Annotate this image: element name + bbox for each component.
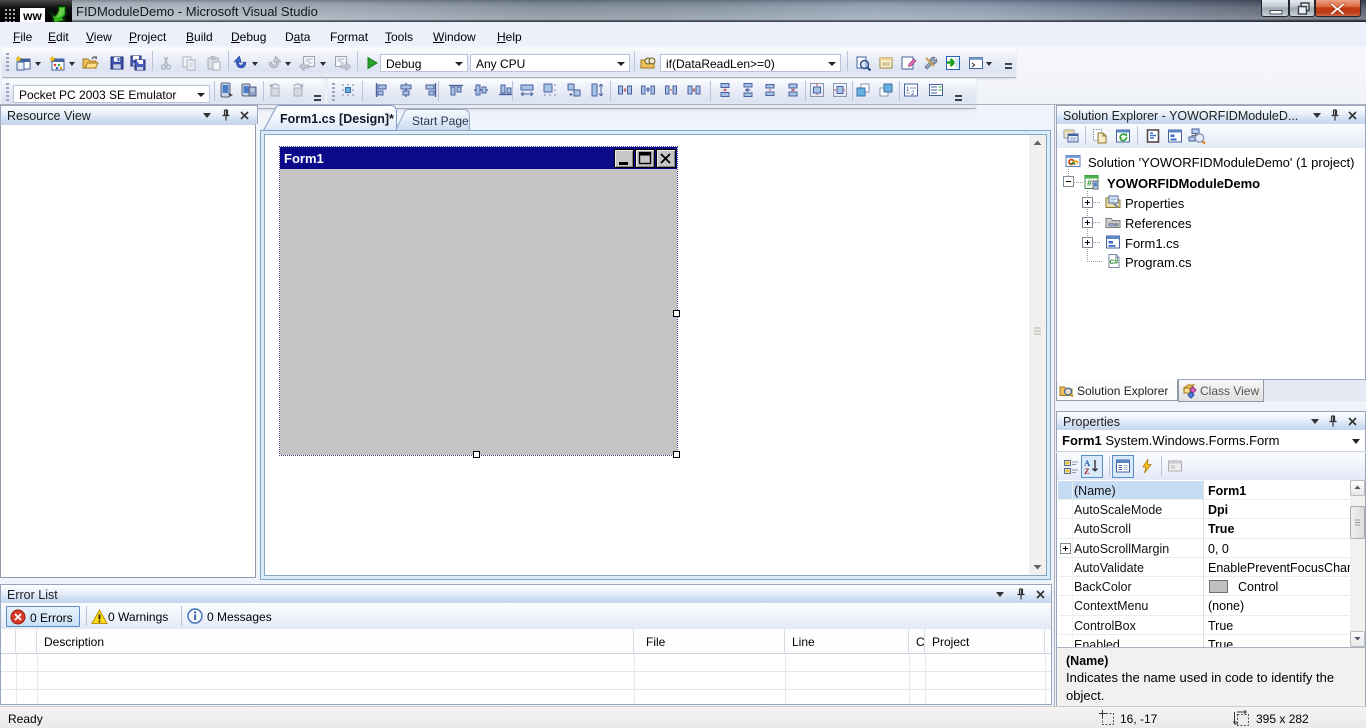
svg-text:c#: c# xyxy=(1110,257,1119,266)
svg-text:Start Page: Start Page xyxy=(412,114,469,128)
svg-text:Form1.cs [Design]*: Form1.cs [Design]* xyxy=(280,112,394,126)
svg-text:Z: Z xyxy=(1084,466,1090,476)
svg-text:#: # xyxy=(1087,178,1092,188)
